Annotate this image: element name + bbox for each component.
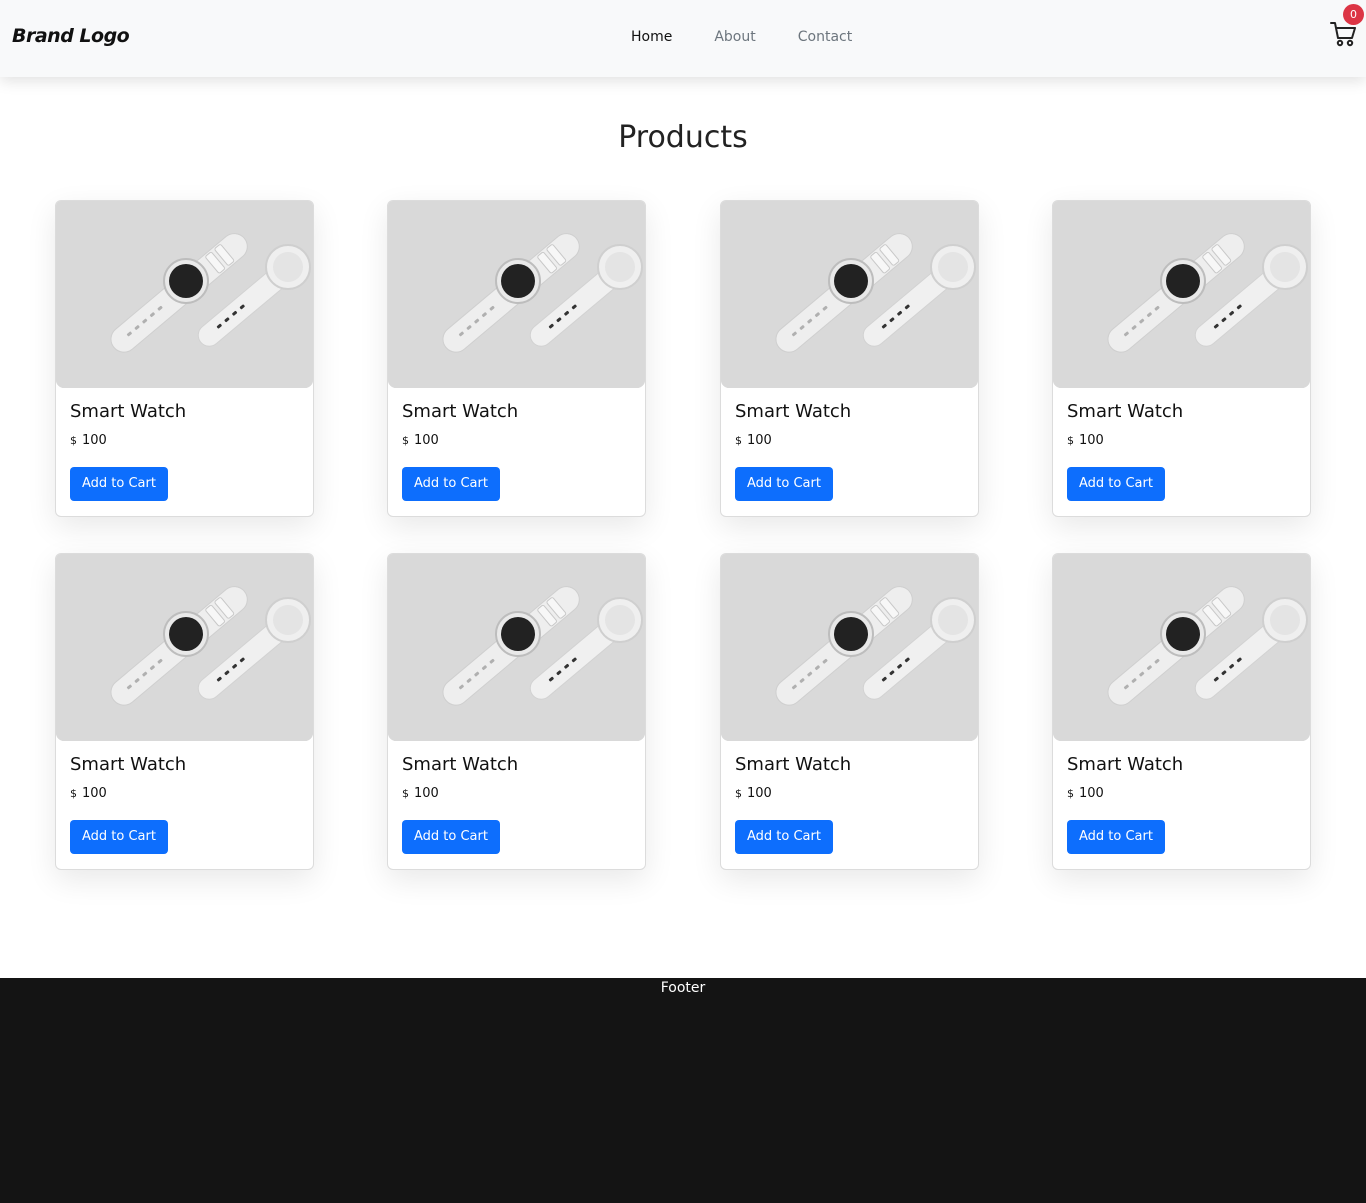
add-to-cart-button[interactable]: Add to Cart — [735, 820, 833, 854]
product-image — [721, 554, 978, 741]
product-image — [1053, 201, 1310, 388]
product-price: $100 — [1067, 786, 1104, 801]
add-to-cart-button[interactable]: Add to Cart — [1067, 820, 1165, 854]
add-to-cart-button[interactable]: Add to Cart — [1067, 467, 1165, 501]
product-name: Smart Watch — [70, 401, 187, 422]
add-to-cart-button[interactable]: Add to Cart — [402, 467, 500, 501]
product-price: $100 — [735, 786, 772, 801]
price-value: 100 — [1079, 433, 1104, 448]
add-to-cart-button[interactable]: Add to Cart — [70, 467, 168, 501]
currency-symbol: $ — [735, 787, 742, 800]
product-price: $100 — [70, 433, 107, 448]
add-to-cart-button[interactable]: Add to Cart — [735, 467, 833, 501]
product-name: Smart Watch — [402, 401, 519, 422]
currency-symbol: $ — [70, 787, 77, 800]
footer: Footer — [0, 978, 1366, 1203]
product-image — [1053, 554, 1310, 741]
cart-count-badge: 0 — [1343, 4, 1364, 25]
currency-symbol: $ — [1067, 434, 1074, 447]
product-image — [388, 554, 645, 741]
product-card: Smart Watch $100 Add to Cart — [1052, 553, 1311, 870]
product-image — [721, 201, 978, 388]
product-name: Smart Watch — [1067, 401, 1184, 422]
product-price: $100 — [70, 786, 107, 801]
price-value: 100 — [1079, 786, 1104, 801]
footer-text: Footer — [660, 980, 706, 996]
add-to-cart-button[interactable]: Add to Cart — [70, 820, 168, 854]
product-card: Smart Watch $100 Add to Cart — [1052, 200, 1311, 517]
price-value: 100 — [82, 786, 107, 801]
currency-symbol: $ — [402, 787, 409, 800]
price-value: 100 — [414, 786, 439, 801]
product-name: Smart Watch — [1067, 754, 1184, 775]
nav-links: Home About Contact — [631, 29, 852, 45]
product-price: $100 — [402, 433, 439, 448]
product-name: Smart Watch — [735, 401, 852, 422]
product-price: $100 — [1067, 433, 1104, 448]
product-card: Smart Watch $100 Add to Cart — [55, 200, 314, 517]
product-price: $100 — [735, 433, 772, 448]
product-card: Smart Watch $100 Add to Cart — [720, 200, 979, 517]
product-card: Smart Watch $100 Add to Cart — [387, 553, 646, 870]
nav-link-about[interactable]: About — [714, 29, 755, 45]
brand-logo[interactable]: Brand Logo — [12, 25, 130, 47]
product-price: $100 — [402, 786, 439, 801]
price-value: 100 — [747, 786, 772, 801]
product-card: Smart Watch $100 Add to Cart — [55, 553, 314, 870]
product-image — [56, 554, 313, 741]
product-name: Smart Watch — [402, 754, 519, 775]
product-card: Smart Watch $100 Add to Cart — [387, 200, 646, 517]
currency-symbol: $ — [1067, 787, 1074, 800]
currency-symbol: $ — [70, 434, 77, 447]
product-card: Smart Watch $100 Add to Cart — [720, 553, 979, 870]
currency-symbol: $ — [735, 434, 742, 447]
page-title: Products — [618, 120, 748, 155]
price-value: 100 — [747, 433, 772, 448]
navbar: Brand Logo Home About Contact 0 — [0, 0, 1366, 77]
nav-link-contact[interactable]: Contact — [798, 29, 852, 45]
nav-link-home[interactable]: Home — [631, 29, 672, 45]
price-value: 100 — [414, 433, 439, 448]
price-value: 100 — [82, 433, 107, 448]
product-name: Smart Watch — [70, 754, 187, 775]
product-image — [388, 201, 645, 388]
product-image — [56, 201, 313, 388]
currency-symbol: $ — [402, 434, 409, 447]
product-name: Smart Watch — [735, 754, 852, 775]
add-to-cart-button[interactable]: Add to Cart — [402, 820, 500, 854]
